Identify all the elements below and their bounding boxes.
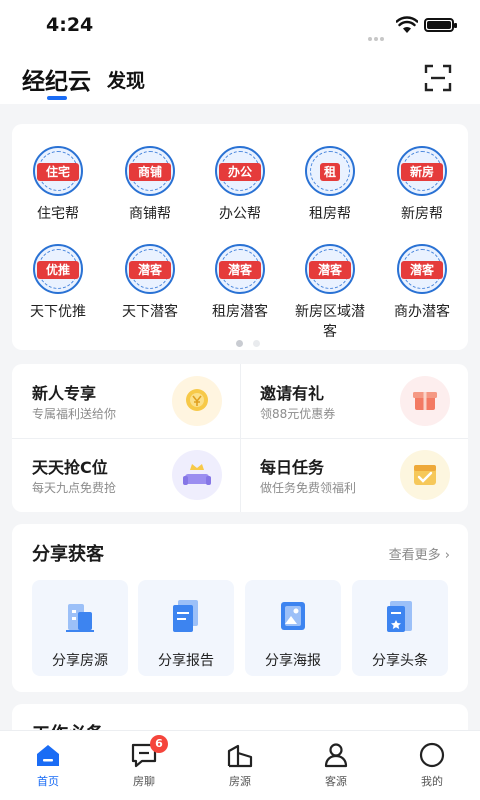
share-listing-button[interactable]: 分享房源 (32, 580, 128, 676)
nav-home[interactable]: 首页 (0, 731, 96, 800)
zhuzhai-logo-icon: 住宅 (33, 146, 83, 196)
bangong-logo-icon: 办公 (215, 146, 265, 196)
promo-subtitle: 做任务免费领福利 (260, 481, 357, 495)
feature-item-tianxia-qianke[interactable]: 潜客 天下潜客 (104, 244, 196, 322)
page-indicator (236, 332, 270, 351)
promo-subtitle: 领88元优惠券 (260, 407, 336, 421)
page-dot-active[interactable] (236, 340, 243, 347)
calendar-check-icon (400, 450, 450, 500)
feature-item-shangpu[interactable]: 商铺 商铺帮 (104, 146, 196, 224)
share-label: 分享房源 (52, 653, 108, 669)
page-dot[interactable] (253, 340, 260, 347)
house-icon (226, 741, 254, 769)
feature-item-xinfang[interactable]: 新房 新房帮 (376, 146, 468, 224)
promo-title: 邀请有礼 (260, 384, 325, 403)
nav-label: 首页 (37, 775, 59, 788)
feature-label: 天下优推 (30, 304, 86, 320)
feature-label: 商铺帮 (129, 206, 171, 222)
scan-icon[interactable] (424, 64, 452, 92)
gift-icon (400, 376, 450, 426)
bottom-nav: 首页 6 房聊 房源 客源 我的 (0, 730, 480, 800)
promo-invite[interactable]: 邀请有礼 领88元优惠券 (240, 364, 468, 438)
profile-circle-icon (418, 741, 446, 769)
feature-grid-card: 住宅 住宅帮 商铺 商铺帮 办公 办公帮 租 租房帮 新房 新房帮 优推 天下优… (12, 124, 468, 350)
share-label: 分享海报 (265, 653, 321, 669)
nav-label: 房聊 (133, 775, 155, 788)
feature-label: 住宅帮 (37, 206, 79, 222)
view-more-link[interactable]: 查看更多 › (389, 544, 450, 563)
share-label: 分享报告 (158, 653, 214, 669)
xinfang-logo-icon: 新房 (397, 146, 447, 196)
share-headline-button[interactable]: 分享头条 (352, 580, 448, 676)
poster-icon (275, 596, 311, 636)
feature-label: 新房帮 (401, 206, 443, 222)
active-tab-indicator (47, 96, 67, 100)
promo-title: 新人专享 (32, 384, 97, 403)
share-section: 分享获客 查看更多 › 分享房源 分享报告 分享海报 分享头条 (12, 524, 468, 692)
report-icon (168, 596, 204, 636)
qianke-logo-icon: 潜客 (305, 244, 355, 294)
feature-label: 新房区域潜客 (295, 304, 365, 340)
promo-newcomer[interactable]: 新人专享 专属福利送给你 (12, 364, 240, 438)
top-header: 经纪云 发现 (0, 52, 480, 104)
feature-item-youtui[interactable]: 优推 天下优推 (12, 244, 104, 322)
share-poster-button[interactable]: 分享海报 (245, 580, 341, 676)
promo-daily-task[interactable]: 每日任务 做任务免费领福利 (240, 438, 468, 512)
crown-sofa-icon (172, 450, 222, 500)
nav-label: 房源 (229, 775, 251, 788)
person-icon (322, 741, 350, 769)
youtui-logo-icon: 优推 (33, 244, 83, 294)
promo-subtitle: 专属福利送给你 (32, 407, 117, 421)
feature-item-zufang[interactable]: 租 租房帮 (284, 146, 376, 224)
qianke-logo-icon: 潜客 (125, 244, 175, 294)
feature-item-zhuzhai[interactable]: 住宅 住宅帮 (12, 146, 104, 224)
promo-subtitle: 每天九点免费抢 (32, 481, 117, 495)
feature-item-shangban-qianke[interactable]: 潜客 商办潜客 (376, 244, 468, 322)
building-icon (62, 596, 98, 636)
headline-icon (382, 596, 418, 636)
section-title: 分享获客 (32, 544, 104, 565)
signal-dots-icon (368, 26, 390, 60)
feature-item-bangong[interactable]: 办公 办公帮 (194, 146, 286, 224)
promo-title: 每日任务 (260, 458, 325, 477)
nav-listings[interactable]: 房源 (192, 731, 288, 800)
feature-label: 办公帮 (219, 206, 261, 222)
feature-item-xinfang-quyu-qianke[interactable]: 潜客 新房区域潜客 (284, 244, 376, 342)
tab-discover[interactable]: 发现 (107, 66, 145, 93)
promo-title: 天天抢C位 (32, 458, 108, 477)
feature-label: 租房潜客 (212, 304, 268, 320)
wifi-icon (396, 16, 418, 33)
feature-label: 租房帮 (309, 206, 351, 222)
home-icon (34, 741, 62, 769)
nav-chat[interactable]: 6 房聊 (96, 731, 192, 800)
share-label: 分享头条 (372, 653, 428, 669)
qianke-logo-icon: 潜客 (397, 244, 447, 294)
chat-icon: 6 (130, 735, 168, 769)
feature-label: 商办潜客 (394, 304, 450, 320)
nav-label: 客源 (325, 775, 347, 788)
nav-clients[interactable]: 客源 (288, 731, 384, 800)
qianke-logo-icon: 潜客 (215, 244, 265, 294)
promo-c-position[interactable]: 天天抢C位 每天九点免费抢 (12, 438, 240, 512)
feature-item-zufang-qianke[interactable]: 潜客 租房潜客 (194, 244, 286, 322)
zufang-logo-icon: 租 (305, 146, 355, 196)
battery-icon (424, 18, 457, 32)
feature-label: 天下潜客 (122, 304, 178, 320)
nav-profile[interactable]: 我的 (384, 731, 480, 800)
shangpu-logo-icon: 商铺 (125, 146, 175, 196)
coin-icon (172, 376, 222, 426)
status-time: 4:24 (46, 14, 94, 36)
nav-label: 我的 (421, 775, 443, 788)
chevron-right-icon: › (444, 548, 450, 563)
tab-jingjiyun[interactable]: 经纪云 (22, 62, 91, 96)
promo-card: 新人专享 专属福利送给你 邀请有礼 领88元优惠券 天天抢C位 每天九点免费抢 … (12, 364, 468, 512)
unread-badge: 6 (150, 735, 168, 753)
status-bar: 4:24 (0, 0, 480, 60)
share-report-button[interactable]: 分享报告 (138, 580, 234, 676)
